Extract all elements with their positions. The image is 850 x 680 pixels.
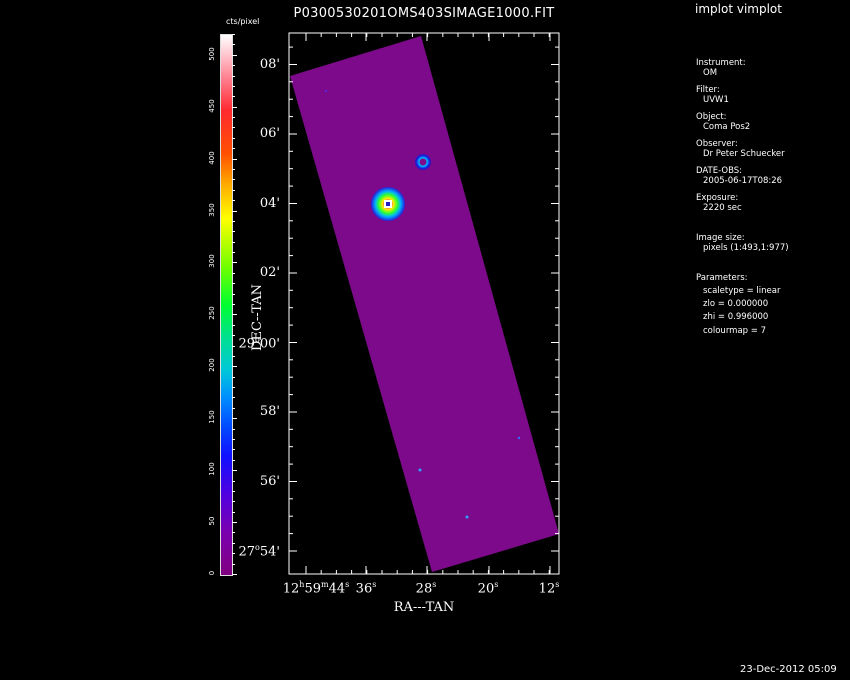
info-zlo: zlo = 0.000000	[703, 299, 769, 309]
faint-source	[325, 90, 327, 92]
y-tick-label: 58'	[259, 404, 280, 419]
info-zhi: zhi = 0.996000	[703, 312, 769, 322]
x-tick-label: 36s	[355, 580, 377, 597]
x-tick-label: 28s	[415, 580, 437, 597]
info-colourmap: colourmap = 7	[703, 326, 766, 336]
info-date: 2005-06-17T08:26	[703, 176, 783, 186]
y-tick-label: 04'	[259, 196, 280, 211]
x-tick-label: 12s	[538, 580, 560, 597]
info-observer: Dr Peter Schuecker	[703, 149, 785, 159]
faint-source	[418, 468, 422, 472]
info-filter-label: Filter:	[696, 85, 720, 95]
info-imgsize-label: Image size:	[696, 233, 745, 243]
faint-source	[465, 515, 469, 519]
y-tick-label: 06'	[259, 126, 280, 141]
info-object: Coma Pos2	[703, 122, 751, 132]
faint-source	[517, 436, 521, 440]
info-filter: UVW1	[703, 95, 729, 105]
info-exposure: 2220 sec	[703, 203, 742, 213]
y-tick-label: 56'	[259, 474, 280, 489]
image-field	[290, 36, 559, 572]
info-instrument: OM	[703, 68, 718, 78]
y-tick-label-first: 27o54'	[238, 543, 281, 560]
info-imgsize: pixels (1:493,1:977)	[703, 243, 789, 253]
x-tick-label: 20s	[477, 580, 499, 597]
info-object-label: Object:	[696, 112, 727, 122]
info-instrument-label: Instrument:	[696, 58, 746, 68]
info-scaletype: scaletype = linear	[703, 286, 781, 296]
x-tick-label-first: 12h59m44s	[282, 580, 350, 597]
info-date-label: DATE-OBS:	[696, 166, 743, 176]
footer-date: 23-Dec-2012 05:09	[740, 664, 837, 675]
y-tick-label: 02'	[259, 265, 280, 280]
x-axis-title: RA---TAN	[393, 600, 455, 615]
y-axis-title: DEC--TAN	[249, 284, 265, 351]
info-exposure-label: Exposure:	[696, 193, 739, 203]
info-params-label: Parameters:	[696, 273, 748, 283]
info-observer-label: Observer:	[696, 139, 738, 149]
y-tick-label: 08'	[259, 57, 280, 72]
